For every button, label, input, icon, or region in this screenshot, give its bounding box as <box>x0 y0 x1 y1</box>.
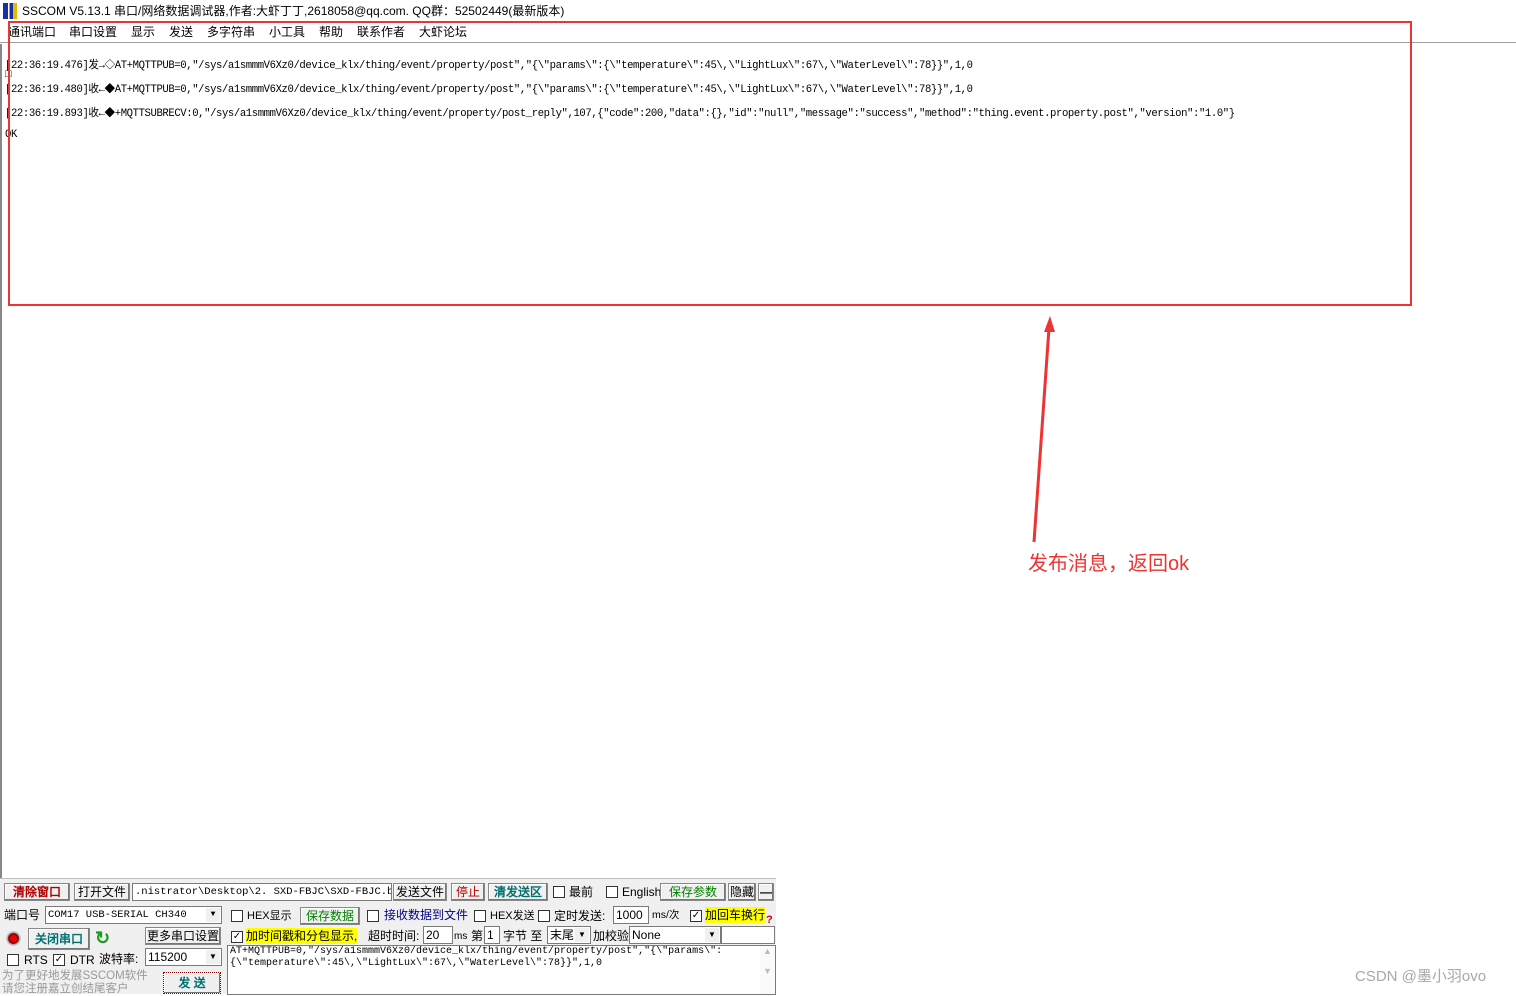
more-serial-settings-button[interactable]: 更多串口设置 <box>145 927 221 945</box>
timeout-input[interactable]: 20 <box>423 926 453 944</box>
hex-send-checkbox[interactable] <box>474 910 486 922</box>
checksum-label: 加校验 <box>593 929 630 943</box>
app-icon <box>3 3 17 19</box>
checksum-result <box>721 926 775 944</box>
checksum-select[interactable]: None ▼ <box>629 926 721 944</box>
clear-send-button[interactable]: 清发送区 <box>488 883 548 901</box>
topmost-label: 最前 <box>569 885 594 899</box>
interval-unit: ms/次 <box>652 909 680 921</box>
promo-text[interactable]: 为了更好地发展SSCOM软件 请您注册嘉立创结尾客户 <box>2 970 148 996</box>
annotation-text: 发布消息，返回ok <box>1028 553 1190 575</box>
file-path-input[interactable]: .nistrator\Desktop\2. SXD-FBJC\SXD-FBJC.… <box>132 883 392 901</box>
byte-to-value: 末尾 <box>550 928 575 942</box>
hide-button[interactable]: 隐藏 <box>728 883 756 901</box>
watermark: CSDN @墨小羽ovo <box>1355 968 1487 985</box>
port-value: COM17 USB-SERIAL CH340 <box>48 909 187 921</box>
byte-from-label: 第 <box>471 929 484 943</box>
hex-send-label: HEX发送 <box>490 910 535 922</box>
topmost-checkbox[interactable] <box>553 886 565 898</box>
send-scrollbar[interactable]: ▲ ▼ <box>760 946 775 994</box>
checksum-value: None <box>632 928 661 942</box>
save-data-button[interactable]: 保存数据 <box>300 907 360 925</box>
annotation-box <box>8 21 1412 306</box>
save-params-button[interactable]: 保存参数 <box>660 883 726 901</box>
send-text-area[interactable]: AT+MQTTPUB=0,"/sys/a1smmmV6Xz0/device_kl… <box>227 945 776 995</box>
timestamp-label: 加时间戳和分包显示, <box>246 928 358 944</box>
baud-label: 波特率: <box>99 952 139 966</box>
open-file-button[interactable]: 打开文件 <box>74 883 130 901</box>
baud-select[interactable]: 115200 ▼ <box>145 948 222 966</box>
byte-to-select[interactable]: 末尾 ▼ <box>547 926 591 944</box>
minimize-panel-button[interactable]: — <box>758 883 774 901</box>
byte-unit-label: 字节 至 <box>503 929 543 943</box>
chevron-down-icon: ▼ <box>575 928 589 942</box>
clear-window-button[interactable]: 清除窗口 <box>4 883 70 901</box>
dtr-label: DTR <box>70 953 95 967</box>
close-port-button[interactable]: 关闭串口 <box>28 928 90 950</box>
timed-send-checkbox[interactable] <box>538 910 550 922</box>
dtr-checkbox[interactable]: ✓ <box>53 954 65 966</box>
recv-to-file-checkbox[interactable] <box>367 910 379 922</box>
port-label: 端口号 <box>4 908 41 922</box>
rts-checkbox[interactable] <box>7 954 19 966</box>
send-file-button[interactable]: 发送文件 <box>393 883 447 901</box>
annotation-arrow <box>1032 316 1055 543</box>
add-crlf-label: 加回车换行 <box>705 907 766 923</box>
hex-display-checkbox[interactable] <box>231 910 243 922</box>
send-button[interactable]: 发 送 <box>163 972 221 994</box>
hex-display-label: HEX显示 <box>247 910 292 922</box>
port-status-led-icon <box>6 931 21 946</box>
timeout-unit: ms <box>454 931 468 942</box>
byte-from-input[interactable]: 1 <box>484 926 500 944</box>
interval-input[interactable]: 1000 <box>613 906 649 924</box>
chevron-down-icon: ▼ <box>206 908 220 922</box>
timed-send-label: 定时发送: <box>554 909 606 923</box>
timeout-label: 超时时间: <box>368 929 420 943</box>
title-bar: SSCOM V5.13.1 串口/网络数据调试器,作者:大虾丁丁,2618058… <box>0 0 1516 22</box>
english-label: English <box>622 885 662 899</box>
stop-button[interactable]: 停止 <box>451 883 485 901</box>
baud-value: 115200 <box>148 950 188 964</box>
window-title: SSCOM V5.13.1 串口/网络数据调试器,作者:大虾丁丁,2618058… <box>22 4 565 18</box>
recv-to-file-label[interactable]: 接收数据到文件 <box>384 907 468 923</box>
add-crlf-checkbox[interactable]: ✓ <box>690 910 702 922</box>
rts-label: RTS <box>24 953 48 967</box>
refresh-icon[interactable]: ↻ <box>95 929 110 947</box>
port-select[interactable]: COM17 USB-SERIAL CH340 ▼ <box>45 906 222 924</box>
timestamp-checkbox[interactable]: ✓ <box>231 931 243 943</box>
chevron-down-icon: ▼ <box>206 950 220 964</box>
chevron-down-icon: ▼ <box>705 928 719 942</box>
english-checkbox[interactable] <box>606 886 618 898</box>
control-panel: 清除窗口 打开文件 .nistrator\Desktop\2. SXD-FBJC… <box>0 878 776 996</box>
